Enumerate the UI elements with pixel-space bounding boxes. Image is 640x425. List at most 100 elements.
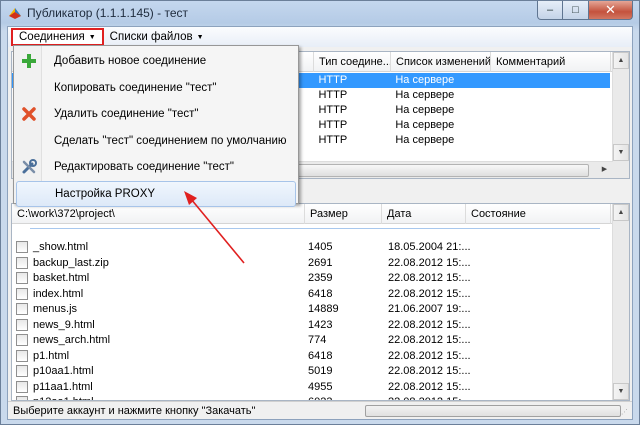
connection-comment-cell [490, 88, 610, 103]
file-name: p1.html [33, 349, 70, 362]
menu-item-delete-connection[interactable]: Удалить соединение "тест" [16, 101, 296, 127]
group-separator [30, 228, 600, 229]
maximize-button[interactable]: □ [563, 1, 589, 20]
file-checkbox[interactable] [16, 272, 28, 284]
tools-icon [16, 154, 42, 180]
list-item[interactable]: news_arch.html 774 22.08.2012 15:... [12, 332, 612, 348]
scroll-up-icon[interactable]: ▲ [613, 52, 629, 69]
file-date: 21.06.2007 19:... [388, 303, 471, 315]
connection-type-cell: HTTP [318, 134, 348, 146]
file-checkbox[interactable] [16, 334, 28, 346]
file-checkbox[interactable] [16, 303, 28, 315]
empty-icon [16, 128, 42, 154]
column-header-state[interactable]: Состояние [466, 204, 611, 224]
column-header-type[interactable]: Тип соедине... [314, 52, 391, 72]
file-checkbox[interactable] [16, 349, 28, 362]
menu-item-label: Сделать "тест" соединением по умолчанию [54, 134, 287, 147]
menu-item-label: Удалить соединение "тест" [54, 108, 199, 120]
list-item[interactable]: p12aa1.html602322.08.2012 15:... [12, 394, 612, 400]
list-item[interactable]: menus.js 14889 21.06.2007 19:... [12, 301, 612, 317]
menu-item-label: Копировать соединение "тест" [54, 81, 217, 94]
connection-type-cell: HTTP [318, 89, 348, 101]
menu-item-edit-connection[interactable]: Редактировать соединение "тест" [16, 154, 296, 180]
connection-type-cell: HTTP [318, 104, 348, 116]
list-item[interactable]: index.html 6418 22.08.2012 15:... [12, 286, 612, 302]
list-item[interactable]: p1.html 6418 22.08.2012 15:... [12, 348, 612, 364]
connection-comment-cell [490, 73, 610, 88]
file-size: 5019 [308, 365, 333, 377]
upload-progress-bar [365, 405, 621, 417]
list-item[interactable]: backup_last.zip 2691 22.08.2012 15:... [12, 255, 612, 271]
app-icon [9, 8, 21, 19]
file-size: 14889 [308, 303, 339, 315]
file-checkbox[interactable] [16, 380, 28, 393]
menu-item-label: Добавить новое соединение [54, 55, 207, 67]
list-item[interactable]: basket.html 2359 22.08.2012 15:... [12, 270, 612, 286]
list-item[interactable]: _show.html 1405 18.05.2004 21:... [12, 239, 612, 255]
file-checkbox[interactable] [16, 365, 28, 377]
file-name: news_arch.html [33, 334, 111, 346]
connection-comment-cell [490, 103, 610, 118]
file-checkbox[interactable] [16, 241, 28, 253]
menu-item-set-default[interactable]: Сделать "тест" соединением по умолчанию [16, 128, 296, 154]
scroll-up-icon[interactable]: ▲ [613, 204, 629, 221]
file-date: 22.08.2012 15:... [388, 380, 471, 393]
file-checkbox[interactable] [16, 256, 28, 269]
file-size: 2359 [308, 272, 333, 284]
menu-item-copy-connection[interactable]: Копировать соединение "тест" [16, 75, 296, 101]
file-date: 22.08.2012 15:... [388, 365, 471, 377]
empty-icon [16, 75, 42, 101]
window-title: Публикатор (1.1.1.145) - тест [27, 6, 188, 20]
delete-x-icon [16, 101, 42, 127]
empty-icon [17, 181, 43, 207]
file-date: 22.08.2012 15:... [388, 287, 471, 300]
connection-comment-cell [490, 133, 610, 148]
file-name: menus.js [33, 303, 78, 315]
menu-item-label: Настройка PROXY [55, 187, 156, 200]
column-header-comment[interactable]: Комментарий [491, 52, 611, 72]
chevron-down-icon: ▼ [196, 33, 204, 41]
resize-grip-icon[interactable]: ⋰ [621, 408, 631, 418]
list-item[interactable]: p10aa1.html 5019 22.08.2012 15:... [12, 363, 612, 379]
file-size: 6418 [308, 349, 333, 362]
list-item[interactable]: news_9.html 1423 22.08.2012 15:... [12, 317, 612, 333]
column-header-date[interactable]: Дата [382, 204, 466, 224]
connection-changes-cell: На сервере [395, 74, 455, 86]
column-header-changes[interactable]: Список изменений [391, 52, 491, 72]
status-bar: Выберите аккаунт и нажмите кнопку "Закач… [8, 401, 632, 419]
file-size: 4955 [308, 380, 333, 393]
file-checkbox[interactable] [16, 287, 28, 300]
file-size: 2691 [308, 256, 333, 269]
connections-vscrollbar[interactable]: ▲ ▼ [612, 52, 629, 178]
menu-bar: Соединения ▼ Списки файлов ▼ [8, 27, 632, 47]
files-vscrollbar[interactable]: ▲ ▼ [612, 204, 629, 400]
file-name: _show.html [33, 241, 89, 253]
menu-file-lists-label: Списки файлов [109, 31, 193, 43]
column-header-size[interactable]: Размер [305, 204, 382, 224]
file-size: 1405 [308, 241, 333, 253]
connection-type-cell: HTTP [318, 119, 348, 131]
file-name: news_9.html [33, 318, 95, 331]
file-checkbox[interactable] [16, 318, 28, 331]
file-name: backup_last.zip [33, 256, 109, 269]
scroll-down-icon[interactable]: ▼ [613, 383, 629, 400]
menu-connections[interactable]: Соединения ▼ [11, 28, 104, 46]
scroll-down-icon[interactable]: ▼ [613, 144, 629, 161]
file-date: 22.08.2012 15:... [388, 334, 471, 346]
app-window: Публикатор (1.1.1.145) - тест – □ ✕ Соед… [0, 0, 640, 425]
menu-item-add-connection[interactable]: Добавить новое соединение [16, 48, 296, 74]
file-size: 774 [308, 334, 327, 346]
title-bar[interactable]: Публикатор (1.1.1.145) - тест – □ ✕ [1, 1, 639, 25]
menu-item-proxy-settings[interactable]: Настройка PROXY [16, 180, 296, 207]
files-list[interactable]: C:\work\372\project\ Размер Дата Состоян… [11, 203, 630, 401]
connection-changes-cell: На сервере [395, 104, 455, 116]
menu-file-lists[interactable]: Списки файлов ▼ [104, 28, 210, 46]
list-item[interactable]: p11aa1.html 4955 22.08.2012 15:... [12, 379, 612, 395]
close-button[interactable]: ✕ [589, 1, 633, 20]
minimize-button[interactable]: – [537, 1, 563, 20]
scroll-right-icon[interactable]: ▶ [596, 162, 613, 178]
connection-changes-cell: На сервере [395, 89, 455, 101]
chevron-down-icon: ▼ [88, 33, 96, 41]
connection-changes-cell: На сервере [395, 119, 455, 131]
column-header-path[interactable]: C:\work\372\project\ [12, 204, 305, 224]
